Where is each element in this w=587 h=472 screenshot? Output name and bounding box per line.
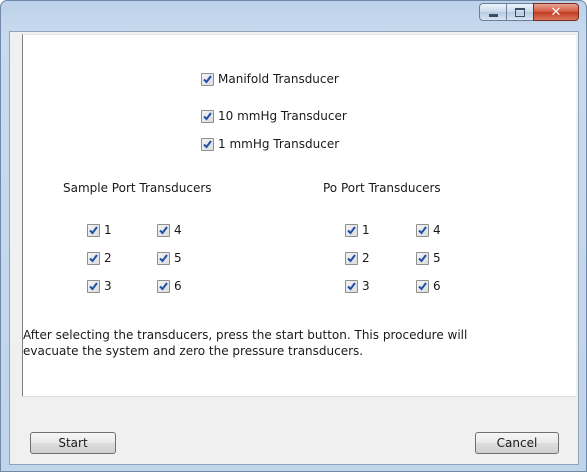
checkmark-icon [347,225,356,235]
checkbox-manifold-transducer[interactable]: Manifold Transducer [201,70,339,88]
checkmark-icon [418,253,427,263]
checkbox-label: 5 [433,251,441,265]
checkbox-box[interactable] [416,279,429,293]
checkmark-icon [89,225,98,235]
checkbox-label: 3 [362,279,370,293]
checkbox-po-port-5[interactable]: 5 [416,249,441,267]
transducer-panel: Manifold Transducer 10 mmHg Transducer 1… [22,34,576,396]
checkbox-box[interactable] [345,223,358,237]
checkbox-box[interactable] [87,223,100,237]
checkbox-box[interactable] [345,279,358,293]
close-icon: ✕ [550,4,562,20]
checkbox-box[interactable] [345,251,358,265]
checkbox-10-mmhg-transducer[interactable]: 10 mmHg Transducer [201,107,347,125]
checkbox-1-mmhg-transducer[interactable]: 1 mmHg Transducer [201,135,339,153]
checkbox-label: 4 [174,223,182,237]
cancel-button[interactable]: Cancel [475,432,559,454]
checkmark-icon [203,139,212,149]
maximize-button[interactable] [506,3,533,21]
instructions-text: After selecting the transducers, press t… [23,328,468,358]
checkmark-icon [418,225,427,235]
checkbox-label: 1 [104,223,112,237]
checkbox-sample-port-4[interactable]: 4 [157,221,182,239]
title-bar[interactable]: ✕ [1,1,586,31]
checkmark-icon [347,253,356,263]
checkmark-icon [418,281,427,291]
checkbox-box[interactable] [87,251,100,265]
checkbox-box[interactable] [416,223,429,237]
status-bar [22,396,575,420]
checkbox-label: 3 [104,279,112,293]
checkbox-sample-port-6[interactable]: 6 [157,277,182,295]
checkbox-label: 6 [433,279,441,293]
checkmark-icon [89,253,98,263]
checkbox-po-port-6[interactable]: 6 [416,277,441,295]
checkbox-label: 10 mmHg Transducer [218,109,347,123]
checkmark-icon [159,253,168,263]
maximize-icon [515,7,525,17]
checkbox-sample-port-2[interactable]: 2 [87,249,112,267]
checkbox-box[interactable] [201,137,214,151]
checkbox-po-port-1[interactable]: 1 [345,221,370,239]
checkbox-label: 1 [362,223,370,237]
checkbox-sample-port-1[interactable]: 1 [87,221,112,239]
checkbox-box[interactable] [416,251,429,265]
checkmark-icon [203,74,212,84]
close-button[interactable]: ✕ [533,3,579,21]
checkbox-label: Manifold Transducer [218,72,339,86]
checkbox-box[interactable] [87,279,100,293]
po-port-title: Po Port Transducers [323,181,441,195]
checkbox-box[interactable] [157,279,170,293]
checkbox-po-port-4[interactable]: 4 [416,221,441,239]
checkbox-box[interactable] [157,251,170,265]
checkbox-po-port-2[interactable]: 2 [345,249,370,267]
checkbox-label: 6 [174,279,182,293]
checkbox-label: 2 [362,251,370,265]
checkbox-sample-port-5[interactable]: 5 [157,249,182,267]
checkbox-label: 2 [104,251,112,265]
dialog-window: ✕ Manifold Transducer 10 mmHg Transducer… [0,0,587,472]
checkbox-label: 4 [433,223,441,237]
sample-port-title: Sample Port Transducers [63,181,212,195]
checkmark-icon [159,225,168,235]
minimize-icon [488,13,498,17]
minimize-button[interactable] [479,3,506,21]
checkbox-box[interactable] [201,72,214,86]
window-controls: ✕ [479,3,579,21]
checkmark-icon [347,281,356,291]
checkbox-label: 1 mmHg Transducer [218,137,340,151]
start-button[interactable]: Start [30,432,116,454]
dialog-client-area: Manifold Transducer 10 mmHg Transducer 1… [9,31,579,465]
checkbox-box[interactable] [201,109,214,123]
checkbox-sample-port-3[interactable]: 3 [87,277,112,295]
checkbox-label: 5 [174,251,182,265]
checkmark-icon [89,281,98,291]
checkmark-icon [203,111,212,121]
checkbox-box[interactable] [157,223,170,237]
checkbox-po-port-3[interactable]: 3 [345,277,370,295]
checkmark-icon [159,281,168,291]
